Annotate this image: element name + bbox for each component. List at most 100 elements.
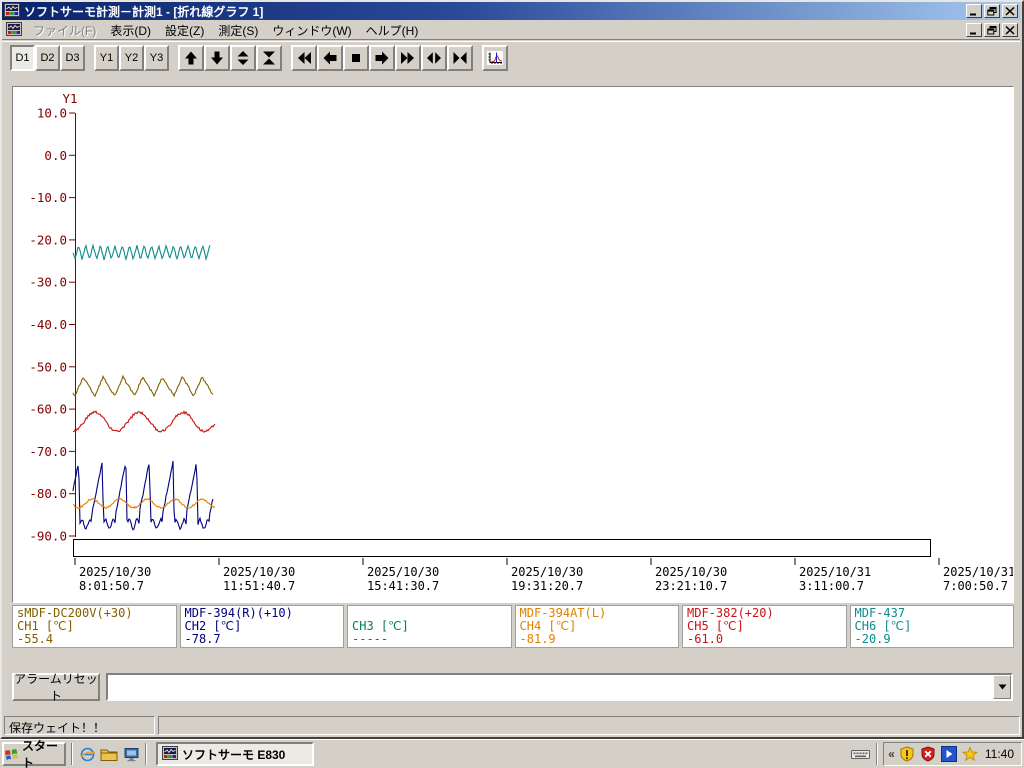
menu-item-2[interactable]: 設定(Z) bbox=[158, 20, 211, 41]
ie-icon[interactable] bbox=[78, 745, 96, 763]
status-cell-empty bbox=[158, 716, 1020, 735]
menu-item-0[interactable]: ファイル(F) bbox=[26, 20, 103, 41]
menu-item-4[interactable]: ウィンドウ(W) bbox=[265, 20, 358, 41]
menu-item-5[interactable]: ヘルプ(H) bbox=[359, 20, 426, 41]
alarm-reset-button[interactable]: アラームリセット bbox=[12, 673, 100, 701]
svg-text:2025/10/31: 2025/10/31 bbox=[943, 565, 1013, 579]
axis-button-Y2[interactable]: Y2 bbox=[119, 45, 144, 71]
desktop-icon[interactable] bbox=[122, 745, 140, 763]
svg-text:-40.0: -40.0 bbox=[29, 317, 67, 332]
keyboard-icon[interactable] bbox=[851, 745, 871, 763]
taskbar-separator bbox=[71, 743, 73, 765]
svg-text:2025/10/30: 2025/10/30 bbox=[79, 565, 151, 579]
svg-text:3:11:00.7: 3:11:00.7 bbox=[799, 579, 864, 593]
start-button[interactable]: スタート bbox=[2, 742, 66, 766]
legend-cell-CH4: MDF-394AT(L)CH4 [℃]-81.9 bbox=[515, 605, 680, 648]
line-chart: Y110.00.0-10.0-20.0-30.0-40.0-50.0-60.0-… bbox=[13, 87, 1013, 602]
chart-panel: Y110.00.0-10.0-20.0-30.0-40.0-50.0-60.0-… bbox=[12, 86, 1014, 603]
child-minimize-button[interactable] bbox=[966, 23, 982, 37]
svg-text:7:00:50.7: 7:00:50.7 bbox=[943, 579, 1008, 593]
view-button-D2[interactable]: D2 bbox=[35, 45, 60, 71]
menu-item-1[interactable]: 表示(D) bbox=[103, 20, 158, 41]
expand-horizontal-icon[interactable] bbox=[421, 45, 447, 71]
task-button[interactable]: ソフトサーモ E830 bbox=[156, 742, 314, 766]
svg-text:-50.0: -50.0 bbox=[29, 359, 67, 374]
menu-item-3[interactable]: 測定(S) bbox=[211, 20, 265, 41]
toolbar: D1D2D3 Y1Y2Y3 bbox=[2, 41, 1020, 74]
star-icon[interactable] bbox=[961, 745, 979, 763]
fast-rewind-icon[interactable] bbox=[291, 45, 317, 71]
status-message: 保存ウェイト！！ bbox=[4, 716, 155, 735]
step-forward-icon[interactable] bbox=[369, 45, 395, 71]
view-button-D3[interactable]: D3 bbox=[60, 45, 85, 71]
compress-vertical-icon[interactable] bbox=[256, 45, 282, 71]
svg-text:15:41:30.7: 15:41:30.7 bbox=[367, 579, 439, 593]
svg-text:2025/10/30: 2025/10/30 bbox=[223, 565, 295, 579]
svg-text:11:51:40.7: 11:51:40.7 bbox=[223, 579, 295, 593]
axis-button-Y3[interactable]: Y3 bbox=[144, 45, 169, 71]
graph-icon[interactable] bbox=[482, 45, 508, 71]
window-minimize-button[interactable] bbox=[966, 4, 982, 18]
start-button-label: スタート bbox=[22, 737, 64, 768]
svg-text:8:01:50.7: 8:01:50.7 bbox=[79, 579, 144, 593]
series-CH6 bbox=[73, 245, 210, 260]
error-shield-icon[interactable] bbox=[919, 745, 937, 763]
window-title: ソフトサーモ計測－計測1 - [折れ線グラフ 1] bbox=[24, 3, 263, 20]
app-window: ソフトサーモ計測－計測1 - [折れ線グラフ 1] ファイル(F)表示(D)設定… bbox=[0, 0, 1024, 739]
svg-text:2025/10/30: 2025/10/30 bbox=[655, 565, 727, 579]
svg-text:2025/10/31: 2025/10/31 bbox=[799, 565, 871, 579]
scroll-up-icon[interactable] bbox=[178, 45, 204, 71]
svg-text:0.0: 0.0 bbox=[44, 148, 67, 163]
status-bar: 保存ウェイト！！ bbox=[2, 714, 1022, 737]
fast-forward-icon[interactable] bbox=[395, 45, 421, 71]
stop-icon[interactable] bbox=[343, 45, 369, 71]
scroll-down-icon[interactable] bbox=[204, 45, 230, 71]
svg-text:23:21:10.7: 23:21:10.7 bbox=[655, 579, 727, 593]
legend-cell-CH6: MDF-437CH6 [℃]-20.9 bbox=[850, 605, 1015, 648]
axis-button-Y1[interactable]: Y1 bbox=[94, 45, 119, 71]
child-restore-button[interactable] bbox=[984, 23, 1000, 37]
child-window-icon[interactable] bbox=[6, 22, 22, 39]
quick-launch bbox=[78, 745, 140, 763]
chart-container: Y110.00.0-10.0-20.0-30.0-40.0-50.0-60.0-… bbox=[13, 87, 1013, 605]
svg-text:-80.0: -80.0 bbox=[29, 486, 67, 501]
media-play-icon[interactable] bbox=[940, 745, 958, 763]
legend-cell-CH5: MDF-382(+20)CH5 [℃]-61.0 bbox=[682, 605, 847, 648]
child-close-button[interactable] bbox=[1002, 23, 1018, 37]
window-close-button[interactable] bbox=[1002, 4, 1018, 18]
svg-text:-10.0: -10.0 bbox=[29, 190, 67, 205]
svg-text:-90.0: -90.0 bbox=[29, 529, 67, 544]
time-range-box bbox=[74, 540, 931, 557]
svg-text:-60.0: -60.0 bbox=[29, 402, 67, 417]
compress-horizontal-icon[interactable] bbox=[447, 45, 473, 71]
warning-shield-icon[interactable] bbox=[898, 745, 916, 763]
svg-text:-70.0: -70.0 bbox=[29, 444, 67, 459]
series-CH5 bbox=[73, 411, 215, 432]
svg-text:19:31:20.7: 19:31:20.7 bbox=[511, 579, 583, 593]
taskbar: スタート ソフトサーモ E830 « 11:40 bbox=[0, 739, 1024, 768]
window-restore-button[interactable] bbox=[984, 4, 1000, 18]
chevron-down-icon bbox=[998, 684, 1007, 690]
legend-cell-CH1: sMDF-DC200V(+30)CH1 [℃]-55.4 bbox=[12, 605, 177, 648]
combobox-dropdown-button[interactable] bbox=[993, 675, 1011, 699]
alarm-combobox-value[interactable] bbox=[108, 675, 993, 699]
title-bar: ソフトサーモ計測－計測1 - [折れ線グラフ 1] bbox=[2, 2, 1020, 20]
alarm-combobox[interactable] bbox=[106, 673, 1013, 701]
app-icon bbox=[162, 746, 178, 763]
y-axis-title: Y1 bbox=[62, 91, 77, 106]
svg-text:-20.0: -20.0 bbox=[29, 232, 67, 247]
view-button-D1[interactable]: D1 bbox=[10, 45, 35, 71]
task-button-label: ソフトサーモ E830 bbox=[182, 746, 285, 763]
expand-vertical-icon[interactable] bbox=[230, 45, 256, 71]
channel-legend: sMDF-DC200V(+30)CH1 [℃]-55.4MDF-394(R)(+… bbox=[12, 605, 1014, 648]
legend-cell-CH3: CH3 [℃]----- bbox=[347, 605, 512, 648]
svg-text:-30.0: -30.0 bbox=[29, 275, 67, 290]
taskbar-separator bbox=[876, 743, 878, 765]
folder-icon[interactable] bbox=[100, 745, 118, 763]
taskbar-separator bbox=[145, 743, 147, 765]
series-CH1 bbox=[73, 376, 213, 396]
legend-cell-CH2: MDF-394(R)(+10)CH2 [℃]-78.7 bbox=[180, 605, 345, 648]
svg-text:2025/10/30: 2025/10/30 bbox=[511, 565, 583, 579]
tray-collapse-chevron[interactable]: « bbox=[888, 747, 895, 761]
step-back-icon[interactable] bbox=[317, 45, 343, 71]
